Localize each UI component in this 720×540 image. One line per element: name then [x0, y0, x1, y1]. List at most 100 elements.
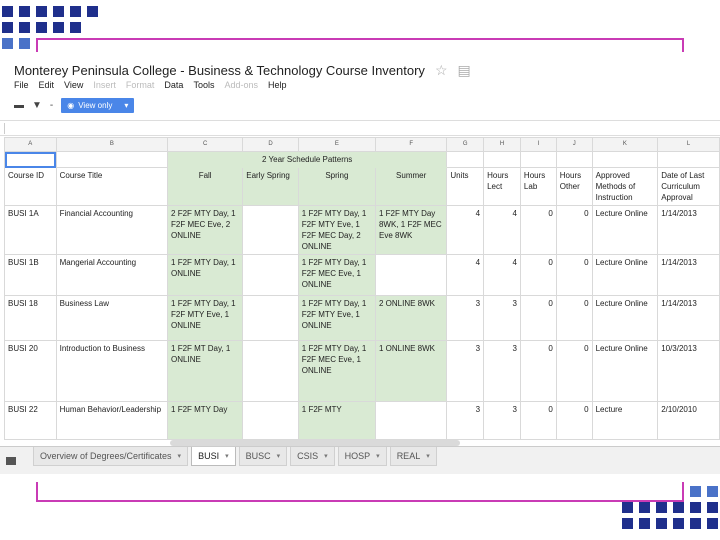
- cell-spring[interactable]: 1 F2F MTY Day, 1 F2F MEC Eve, 1 ONLINE: [297, 254, 376, 296]
- column-header-d[interactable]: D: [242, 137, 299, 152]
- header-summer[interactable]: Summer: [374, 167, 448, 206]
- cell-methods[interactable]: Lecture Online: [591, 205, 659, 255]
- folder-icon[interactable]: ▤: [458, 62, 471, 79]
- tab-csis[interactable]: CSIS ▾: [290, 447, 335, 466]
- chevron-down-icon[interactable]: ▾: [178, 452, 182, 460]
- cell-id[interactable]: BUSI 20: [4, 340, 57, 402]
- cell-lect[interactable]: 4: [483, 254, 521, 296]
- cell-methods[interactable]: Lecture Online: [591, 254, 659, 296]
- cell-summer[interactable]: 2 ONLINE 8WK: [374, 295, 448, 341]
- menu-data[interactable]: Data: [164, 80, 183, 90]
- column-header-e[interactable]: E: [297, 137, 376, 152]
- cell-early-spring[interactable]: [242, 254, 299, 296]
- cell-lect[interactable]: 3: [483, 340, 521, 402]
- column-header-k[interactable]: K: [591, 137, 659, 152]
- cell-k1[interactable]: [591, 151, 659, 168]
- formula-bar[interactable]: [0, 120, 720, 136]
- chevron-down-icon[interactable]: ▾: [324, 452, 328, 460]
- filter-icon[interactable]: ▼: [32, 100, 42, 111]
- cell-date[interactable]: 10/3/2013: [657, 340, 720, 402]
- cell-early-spring[interactable]: [242, 340, 299, 402]
- column-header-c[interactable]: C: [167, 137, 244, 152]
- cell-i1[interactable]: [519, 151, 557, 168]
- header-hours-lect[interactable]: Hours Lect: [483, 167, 521, 206]
- cell-methods[interactable]: Lecture Online: [591, 295, 659, 341]
- menu-file[interactable]: File: [14, 80, 29, 90]
- header-hours-lab[interactable]: Hours Lab: [519, 167, 557, 206]
- menu-view[interactable]: View: [64, 80, 83, 90]
- cell-fall[interactable]: 1 F2F MT Day, 1 ONLINE: [167, 340, 244, 402]
- cell-lab[interactable]: 0: [519, 254, 557, 296]
- cell-id[interactable]: BUSI 1B: [4, 254, 57, 296]
- cell-summer[interactable]: [374, 401, 448, 440]
- cell-summer[interactable]: 1 ONLINE 8WK: [374, 340, 448, 402]
- menu-format[interactable]: Format: [126, 80, 155, 90]
- print-icon[interactable]: ▬: [14, 100, 24, 111]
- cell-other[interactable]: 0: [555, 254, 593, 296]
- cell-g1[interactable]: [446, 151, 485, 168]
- cell-units[interactable]: 4: [446, 205, 485, 255]
- cell-id[interactable]: BUSI 22: [4, 401, 57, 440]
- cell-lab[interactable]: 0: [519, 205, 557, 255]
- menu-insert[interactable]: Insert: [93, 80, 116, 90]
- header-fall[interactable]: Fall: [167, 167, 244, 206]
- tab-hosp[interactable]: HOSP ▾: [337, 447, 387, 466]
- header-hours-other[interactable]: Hours Other: [555, 167, 593, 206]
- cell-lect[interactable]: 4: [483, 205, 521, 255]
- column-header-l[interactable]: L: [657, 137, 720, 152]
- cell-id[interactable]: BUSI 1A: [4, 205, 57, 255]
- sheet-list-icon[interactable]: [6, 457, 16, 465]
- cell-lab[interactable]: 0: [519, 295, 557, 341]
- cell-spring[interactable]: 1 F2F MTY: [297, 401, 376, 440]
- tab-overview-of-degrees-certificates[interactable]: Overview of Degrees/Certificates ▾: [33, 447, 189, 466]
- chevron-down-icon[interactable]: ▾: [225, 452, 229, 460]
- cell-a1[interactable]: [4, 151, 57, 168]
- cell-title[interactable]: Financial Accounting: [55, 205, 169, 255]
- cell-other[interactable]: 0: [555, 340, 593, 402]
- cell-spring[interactable]: 1 F2F MTY Day, 1 F2F MTY Eve, 1 ONLINE: [297, 295, 376, 341]
- cell-lab[interactable]: 0: [519, 340, 557, 402]
- chevron-down-icon[interactable]: ▾: [277, 452, 281, 460]
- menu-tools[interactable]: Tools: [193, 80, 214, 90]
- cell-units[interactable]: 4: [446, 254, 485, 296]
- cell-lect[interactable]: 3: [483, 295, 521, 341]
- cell-summer[interactable]: 1 F2F MTY Day 8WK, 1 F2F MEC Eve 8WK: [374, 205, 448, 255]
- cell-early-spring[interactable]: [242, 295, 299, 341]
- cell-other[interactable]: 0: [555, 205, 593, 255]
- tab-busc[interactable]: BUSC ▾: [238, 447, 288, 466]
- header-date-last[interactable]: Date of Last Curriculum Approval: [657, 167, 720, 206]
- chevron-down-icon[interactable]: ▾: [426, 452, 430, 460]
- header-course-id[interactable]: Course ID: [4, 167, 57, 206]
- cell-h1[interactable]: [483, 151, 521, 168]
- cell-date[interactable]: 1/14/2013: [657, 254, 720, 296]
- cell-title[interactable]: Business Law: [55, 295, 169, 341]
- tab-busi[interactable]: BUSI ▾: [191, 447, 236, 466]
- cell-date[interactable]: 1/14/2013: [657, 205, 720, 255]
- header-spring[interactable]: Spring: [297, 167, 376, 206]
- group-header-cell[interactable]: 2 Year Schedule Patterns: [167, 151, 448, 168]
- cell-id[interactable]: BUSI 18: [4, 295, 57, 341]
- cell-other[interactable]: 0: [555, 401, 593, 440]
- column-header-j[interactable]: J: [555, 137, 593, 152]
- chevron-down-icon[interactable]: ▾: [376, 452, 380, 460]
- cell-units[interactable]: 3: [446, 401, 485, 440]
- cell-other[interactable]: 0: [555, 295, 593, 341]
- cell-date[interactable]: 2/10/2010: [657, 401, 720, 440]
- cell-lab[interactable]: 0: [519, 401, 557, 440]
- cell-early-spring[interactable]: [242, 205, 299, 255]
- cell-methods[interactable]: Lecture Online: [591, 340, 659, 402]
- header-units[interactable]: Units: [446, 167, 485, 206]
- menu-edit[interactable]: Edit: [39, 80, 55, 90]
- cell-methods[interactable]: Lecture: [591, 401, 659, 440]
- tab-real[interactable]: REAL ▾: [389, 447, 437, 466]
- filter-dropdown[interactable]: -: [50, 100, 53, 111]
- cell-title[interactable]: Mangerial Accounting: [55, 254, 169, 296]
- header-early-spring[interactable]: Early Spring: [242, 167, 299, 206]
- cell-units[interactable]: 3: [446, 340, 485, 402]
- column-header-i[interactable]: I: [519, 137, 557, 152]
- menu-help[interactable]: Help: [268, 80, 287, 90]
- cell-summer[interactable]: [374, 254, 448, 296]
- cell-title[interactable]: Introduction to Business: [55, 340, 169, 402]
- column-header-b[interactable]: B: [55, 137, 169, 152]
- cell-fall[interactable]: 1 F2F MTY Day, 1 ONLINE: [167, 254, 244, 296]
